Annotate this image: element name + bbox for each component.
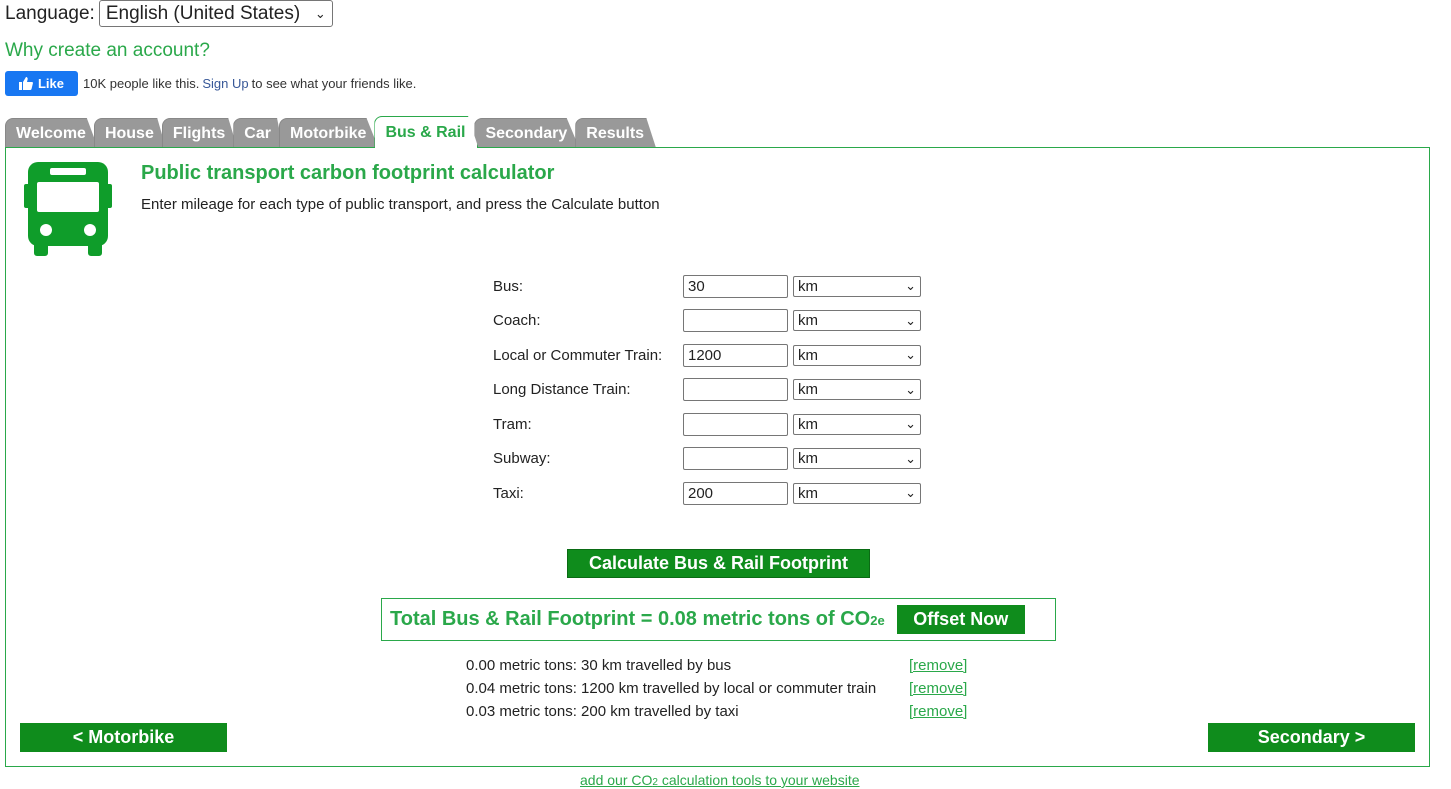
why-create-account-link[interactable]: Why create an account? [5,40,210,62]
field-label: Coach: [493,312,541,330]
long-train-unit-select[interactable]: km ⌄ [793,379,921,401]
unit-value: km [798,484,818,502]
facebook-like-label: Like [37,76,64,91]
field-row-taxi: Taxi: 200 km ⌄ [493,476,921,511]
language-label: Language: [5,2,95,24]
add-tools-footer-link[interactable]: add our CO2 calculation tools to your we… [580,772,860,788]
tram-distance-input[interactable] [683,412,788,436]
language-select[interactable]: English (United States) ⌄ [98,0,333,27]
chevron-down-icon: ⌄ [905,416,916,432]
total-footprint-box: Total Bus & Rail Footprint = 0.08 metric… [381,598,1056,641]
calculate-button[interactable]: Calculate Bus & Rail Footprint [567,549,870,578]
thumbs-up-icon [18,77,33,90]
bus-distance-input[interactable]: 30 [683,274,788,298]
like-count-text: 10K people like this. [83,76,200,91]
field-row-local-train: Local or Commuter Train: 1200 km ⌄ [493,338,921,373]
tab-bus-rail[interactable]: Bus & Rail [374,116,479,148]
taxi-unit-select[interactable]: km ⌄ [793,482,921,504]
footer-link-prefix: add our CO [580,772,653,788]
list-item: 0.03 metric tons: 200 km travelled by ta… [466,700,967,723]
field-label: Bus: [493,277,524,295]
facebook-like-button[interactable]: Like [5,71,78,96]
unit-value: km [798,415,818,433]
remove-link[interactable]: [remove] [909,703,967,720]
field-label: Local or Commuter Train: [493,346,663,364]
local-train-unit-select[interactable]: km ⌄ [793,344,921,366]
tab-welcome[interactable]: Welcome [5,118,98,148]
language-row: Language: English (United States) ⌄ [5,0,333,27]
unit-value: km [798,450,818,468]
total-footprint-value: Total Bus & Rail Footprint = 0.08 metric… [390,608,871,630]
language-selected-value: English (United States) [105,2,301,24]
tab-house[interactable]: House [93,118,166,148]
field-row-long-train: Long Distance Train: km ⌄ [493,373,921,408]
chevron-down-icon: ⌄ [905,347,916,363]
result-text: 0.03 metric tons: 200 km travelled by ta… [466,703,739,720]
list-item: 0.00 metric tons: 30 km travelled by bus… [466,654,967,677]
tram-unit-select[interactable]: km ⌄ [793,413,921,435]
previous-motorbike-button[interactable]: < Motorbike [20,723,227,752]
result-text: 0.00 metric tons: 30 km travelled by bus [466,657,732,674]
page-title: Public transport carbon footprint calcul… [141,162,555,184]
unit-value: km [798,277,818,295]
bus-rail-panel: Public transport carbon footprint calcul… [5,147,1430,767]
unit-value: km [798,346,818,364]
chevron-down-icon: ⌄ [905,485,916,501]
chevron-down-icon: ⌄ [905,381,916,397]
field-row-subway: Subway: km ⌄ [493,442,921,477]
field-label: Subway: [493,450,551,468]
unit-value: km [798,381,818,399]
remove-link[interactable]: [remove] [909,680,967,697]
tab-car[interactable]: Car [233,118,283,148]
bus-unit-select[interactable]: km ⌄ [793,275,921,297]
chevron-down-icon: ⌄ [905,450,916,466]
field-row-tram: Tram: km ⌄ [493,407,921,442]
coach-unit-select[interactable]: km ⌄ [793,310,921,332]
chevron-down-icon: ⌄ [314,5,326,21]
field-row-coach: Coach: km ⌄ [493,304,921,339]
transport-form: Bus: 30 km ⌄ Coach: km ⌄ Local or Commuter… [493,269,921,511]
field-label: Long Distance Train: [493,381,631,399]
offset-now-button[interactable]: Offset Now [896,605,1025,634]
long-train-distance-input[interactable] [683,378,788,402]
tab-secondary[interactable]: Secondary [474,118,580,148]
unit-value: km [798,312,818,330]
field-label: Tram: [493,415,532,433]
chevron-down-icon: ⌄ [905,312,916,328]
result-text: 0.04 metric tons: 1200 km travelled by l… [466,680,877,697]
bus-icon [24,162,112,256]
field-label: Taxi: [493,484,524,502]
total-footprint-subscript: 2e [870,613,885,628]
calculator-tabs: Welcome House Flights Car Motorbike Bus … [5,116,657,148]
tab-results[interactable]: Results [575,118,657,148]
results-list: 0.00 metric tons: 30 km travelled by bus… [466,654,967,723]
tab-flights[interactable]: Flights [161,118,238,148]
total-footprint-text: Total Bus & Rail Footprint = 0.08 metric… [390,608,885,631]
facebook-suffix-text: to see what your friends like. [251,76,417,91]
facebook-signup-link[interactable]: Sign Up [202,76,248,91]
subway-unit-select[interactable]: km ⌄ [793,448,921,470]
footer-link-suffix: calculation tools to your website [657,772,860,788]
page-subtitle: Enter mileage for each type of public tr… [141,196,660,213]
local-train-distance-input[interactable]: 1200 [683,343,788,367]
subway-distance-input[interactable] [683,447,788,471]
field-row-bus: Bus: 30 km ⌄ [493,269,921,304]
facebook-like-row: Like 10K people like this. Sign Up to se… [5,71,416,96]
taxi-distance-input[interactable]: 200 [683,481,788,505]
tab-motorbike[interactable]: Motorbike [278,118,379,148]
list-item: 0.04 metric tons: 1200 km travelled by l… [466,677,967,700]
next-secondary-button[interactable]: Secondary > [1208,723,1415,752]
remove-link[interactable]: [remove] [909,657,967,674]
chevron-down-icon: ⌄ [905,278,916,294]
coach-distance-input[interactable] [683,309,788,333]
